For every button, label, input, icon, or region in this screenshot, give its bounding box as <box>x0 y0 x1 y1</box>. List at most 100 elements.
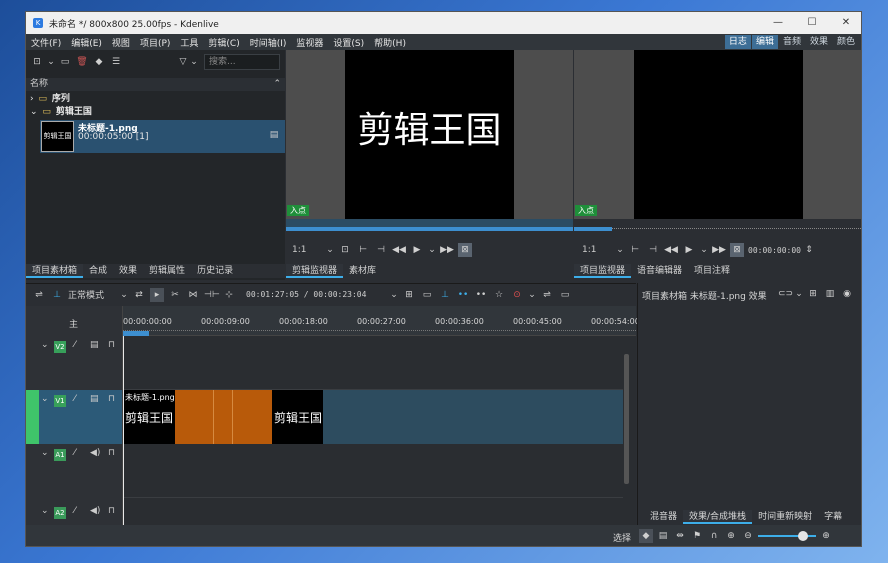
effects-icon[interactable]: ⁄ <box>74 506 76 516</box>
layout-editing[interactable]: 编辑 <box>751 35 778 49</box>
overwrite-icon[interactable]: ▭ <box>420 288 434 302</box>
folder-icon[interactable]: ▭ <box>58 55 72 69</box>
layout-logging[interactable]: 日志 <box>724 35 751 49</box>
menu-monitor[interactable]: 监视器 <box>291 36 328 49</box>
menu-settings[interactable]: 设置(S) <box>328 36 369 49</box>
ripple-icon[interactable]: ⇄ <box>132 288 146 302</box>
chevron-down-icon[interactable]: ⌄ <box>30 107 38 117</box>
menu-edit[interactable]: 编辑(E) <box>66 36 107 49</box>
play-icon[interactable]: ▶ <box>682 243 696 257</box>
tab-effects[interactable]: 效果 <box>113 264 143 278</box>
zoom-select[interactable]: 1:1 <box>582 245 612 255</box>
tab-clip-properties[interactable]: 剪辑属性 <box>143 264 191 278</box>
zoom-slider-handle[interactable] <box>798 531 808 541</box>
chevron-down-icon[interactable]: ⌄ <box>700 243 708 257</box>
tab-mixer[interactable]: 混音器 <box>644 510 683 524</box>
split-view-icon[interactable]: ▥ <box>823 287 837 301</box>
bin-folder-sequence[interactable]: › ▭ 序列 <box>30 93 70 105</box>
project-timecode[interactable]: 00:00:00:00 <box>748 246 801 255</box>
film-icon[interactable]: ▤ <box>90 340 99 350</box>
delete-icon[interactable]: 🗑 <box>75 55 89 69</box>
lock-icon[interactable]: ⊓ <box>108 340 115 350</box>
zoom-slider[interactable] <box>758 531 816 541</box>
track-lane[interactable] <box>123 336 623 390</box>
set-out-icon[interactable]: ⊣ <box>646 243 660 257</box>
snap-icon[interactable]: ⇹ <box>673 529 687 543</box>
marker-icon[interactable]: ⚑ <box>690 529 704 543</box>
record-icon[interactable]: ⊙ <box>510 288 524 302</box>
search-input[interactable]: 搜索... <box>204 54 280 70</box>
tab-clip-monitor[interactable]: 剪辑监视器 <box>286 264 344 278</box>
extract-icon[interactable]: •• <box>456 288 470 302</box>
layout-effects[interactable]: 效果 <box>806 35 832 49</box>
project-monitor-ruler[interactable] <box>574 219 861 231</box>
menu-icon[interactable]: ☰ <box>109 55 123 69</box>
chevron-down-icon[interactable]: ⌄ <box>41 448 49 458</box>
minimize-button[interactable]: — <box>761 12 795 34</box>
mix-icon[interactable]: ⇌ <box>540 288 554 302</box>
timeline-vertical-scrollbar[interactable] <box>624 354 629 484</box>
subtitle-icon[interactable]: ▭ <box>558 288 572 302</box>
timeline-ruler[interactable]: 00:00:00:00 00:00:09:00 00:00:18:00 00:0… <box>123 306 640 336</box>
menu-help[interactable]: 帮助(H) <box>369 36 411 49</box>
lock-icon[interactable]: ⊓ <box>108 448 115 458</box>
rewind-icon[interactable]: ◀◀ <box>392 243 406 257</box>
tab-project-notes[interactable]: 项目注释 <box>688 264 736 278</box>
effects-icon[interactable]: ⁄ <box>74 340 76 350</box>
menu-view[interactable]: 视图 <box>107 36 135 49</box>
chevron-down-icon[interactable]: ⌄ <box>390 288 398 302</box>
tab-history[interactable]: 历史记录 <box>191 264 239 278</box>
rewind-icon[interactable]: ◀◀ <box>664 243 678 257</box>
project-monitor-view[interactable] <box>574 50 861 219</box>
tag-icon[interactable]: ◆ <box>639 529 653 543</box>
add-clip-icon[interactable]: ⊡ <box>30 55 44 69</box>
chevron-down-icon[interactable]: ⌄ <box>795 287 803 301</box>
lock-icon[interactable]: ⊓ <box>108 394 115 404</box>
chevron-down-icon[interactable]: ⌄ <box>428 243 436 257</box>
track-options-icon[interactable]: ⇌ <box>32 288 46 302</box>
track-lane[interactable]: 未标题-1.png 剪辑王国 剪辑王国 <box>123 390 623 444</box>
chevron-down-icon[interactable]: ⌄ <box>47 55 55 69</box>
chevron-down-icon[interactable]: ⌄ <box>528 288 536 302</box>
play-icon[interactable]: ▶ <box>410 243 424 257</box>
chevron-down-icon[interactable]: ⌄ <box>41 394 49 404</box>
spin-arrows-icon[interactable]: ⇕ <box>805 243 813 257</box>
compare-icon[interactable]: ⊂⊃ <box>778 287 793 301</box>
eye-icon[interactable]: ◉ <box>840 287 854 301</box>
chevron-right-icon[interactable]: › <box>30 94 34 104</box>
forward-icon[interactable]: ▶▶ <box>712 243 726 257</box>
track-lane[interactable] <box>123 444 623 498</box>
layout-color[interactable]: 颜色 <box>833 35 859 49</box>
playhead[interactable] <box>123 336 124 525</box>
menu-timeline[interactable]: 时间轴(I) <box>245 36 292 49</box>
timeline-timecode[interactable]: 00:01:27:05 / 00:00:23:04 <box>246 290 386 299</box>
stop-icon[interactable]: ⊡ <box>338 243 352 257</box>
spacer-tool-icon[interactable]: ⋈ <box>186 288 200 302</box>
menu-clip[interactable]: 剪辑(C) <box>203 36 244 49</box>
tab-project-bin[interactable]: 项目素材箱 <box>26 264 84 278</box>
layout-audio[interactable]: 音频 <box>779 35 805 49</box>
zone-icon[interactable]: •• <box>474 288 488 302</box>
bin-clip-item[interactable]: 剪辑王国 未标题-1.png 00:00:05:00 [1] ▤ <box>40 120 285 153</box>
chevron-down-icon[interactable]: ⌄ <box>41 340 49 350</box>
close-button[interactable]: ✕ <box>829 12 861 34</box>
set-in-icon[interactable]: ⊢ <box>356 243 370 257</box>
zoom-in-icon[interactable]: ⊕ <box>819 529 833 543</box>
film-icon[interactable]: ▤ <box>656 529 670 543</box>
lock-icon[interactable]: ⊓ <box>108 506 115 516</box>
edit-mode-select[interactable]: 正常模式 <box>68 288 116 301</box>
chevron-down-icon[interactable]: ⌄ <box>41 506 49 516</box>
razor-tool-icon[interactable]: ✂ <box>168 288 182 302</box>
menu-tools[interactable]: 工具 <box>175 36 203 49</box>
track-name[interactable]: V2 <box>54 341 66 353</box>
track-name[interactable]: V1 <box>54 395 66 407</box>
tag-icon[interactable]: ◆ <box>92 55 106 69</box>
set-out-icon[interactable]: ⊣ <box>374 243 388 257</box>
clip-monitor-ruler[interactable] <box>286 219 573 231</box>
film-icon[interactable]: ▤ <box>90 394 99 404</box>
effects-icon[interactable]: ⁄ <box>74 394 76 404</box>
tab-library[interactable]: 素材库 <box>343 264 382 278</box>
fullscreen-icon[interactable]: ⊠ <box>730 243 744 257</box>
tab-compositions[interactable]: 合成 <box>83 264 113 278</box>
tab-effect-stack[interactable]: 效果/合成堆栈 <box>683 510 753 524</box>
